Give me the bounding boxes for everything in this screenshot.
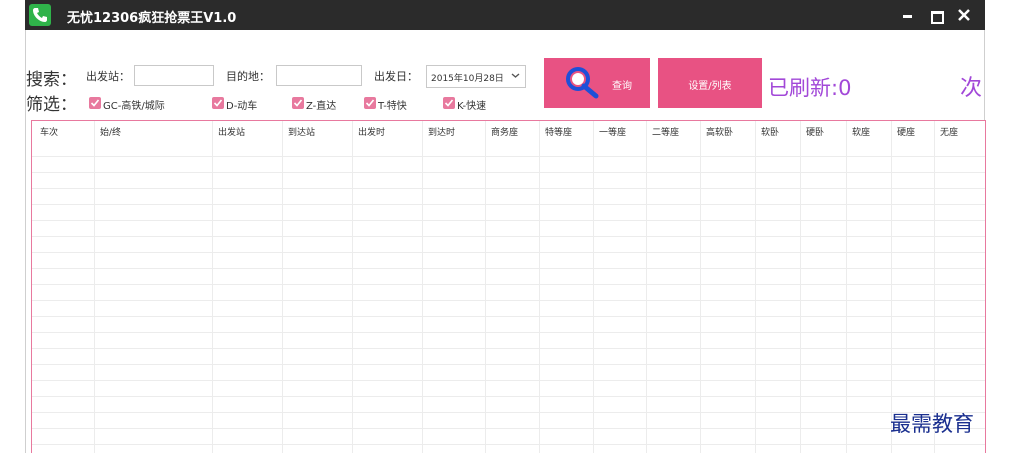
watermark-text: 最需教育 <box>890 412 974 436</box>
chevron-down-icon <box>511 73 520 78</box>
column-divider <box>934 121 935 453</box>
column-divider <box>755 121 756 453</box>
destination-label: 目的地： <box>226 70 270 83</box>
settings-list-button[interactable]: 设置/列表 <box>658 58 762 108</box>
column-header[interactable]: 二等座 <box>652 125 679 138</box>
destination-input[interactable] <box>276 65 362 86</box>
column-divider <box>539 121 540 453</box>
from-station-input[interactable] <box>134 65 214 86</box>
filter-t-label: T-特快 <box>378 101 407 112</box>
column-header[interactable]: 无座 <box>940 125 958 138</box>
column-header[interactable]: 硬卧 <box>806 125 824 138</box>
column-header[interactable]: 到达时 <box>428 125 455 138</box>
minimize-icon[interactable] <box>897 4 919 26</box>
filter-label: 筛选： <box>26 95 77 115</box>
query-button[interactable]: 查询 <box>544 58 650 108</box>
column-header[interactable]: 车次 <box>40 125 58 138</box>
column-header[interactable]: 出发站 <box>218 125 245 138</box>
refresh-count: 已刷新:0 <box>768 76 852 100</box>
departure-date-select[interactable]: 2015年10月28日 <box>426 65 526 88</box>
main-panel: 搜索： 出发站： 目的地： 出发日： 2015年10月28日 查询 设置/列表 … <box>25 30 986 453</box>
column-header[interactable]: 特等座 <box>545 125 572 138</box>
checkbox-checked-icon[interactable] <box>364 97 376 109</box>
checkbox-checked-icon[interactable] <box>89 97 101 109</box>
search-icon <box>566 67 599 99</box>
column-header[interactable]: 软卧 <box>761 125 779 138</box>
phone-icon <box>29 4 51 26</box>
window-title: 无忧12306疯狂抢票王V1.0 <box>67 11 237 26</box>
column-header[interactable]: 软座 <box>852 125 870 138</box>
column-divider <box>593 121 594 453</box>
maximize-icon[interactable] <box>925 4 947 26</box>
column-header[interactable]: 高软卧 <box>706 125 733 138</box>
column-divider <box>646 121 647 453</box>
column-header[interactable]: 商务座 <box>491 125 518 138</box>
filter-d-label: D-动车 <box>226 101 258 112</box>
column-divider <box>94 121 95 453</box>
filter-z-label: Z-直达 <box>306 101 337 112</box>
column-header[interactable]: 始/终 <box>100 125 121 138</box>
column-divider <box>212 121 213 453</box>
column-divider <box>846 121 847 453</box>
column-divider <box>800 121 801 453</box>
column-header[interactable]: 一等座 <box>599 125 626 138</box>
title-bar[interactable]: 无忧12306疯狂抢票王V1.0 <box>25 0 985 30</box>
column-header[interactable]: 出发时 <box>358 125 385 138</box>
date-value: 2015年10月28日 <box>431 74 504 84</box>
from-station-label: 出发站： <box>86 70 130 83</box>
column-divider <box>891 121 892 453</box>
column-header[interactable]: 到达站 <box>288 125 315 138</box>
filter-k-label: K-快速 <box>457 101 487 112</box>
departure-date-label: 出发日： <box>374 70 418 83</box>
column-divider <box>700 121 701 453</box>
filter-gc-label: GC-高铁/城际 <box>103 101 165 112</box>
close-icon[interactable] <box>953 4 975 26</box>
checkbox-checked-icon[interactable] <box>292 97 304 109</box>
column-divider <box>282 121 283 453</box>
table-header: 车次 始/终 出发站 到达站 出发时 到达时 商务座 特等座 一等座 二等座 高… <box>32 121 985 141</box>
checkbox-checked-icon[interactable] <box>212 97 224 109</box>
checkbox-checked-icon[interactable] <box>443 97 455 109</box>
column-divider <box>422 121 423 453</box>
refresh-unit: 次 <box>960 76 983 101</box>
results-table[interactable]: 车次 始/终 出发站 到达站 出发时 到达时 商务座 特等座 一等座 二等座 高… <box>31 120 986 453</box>
query-button-label: 查询 <box>612 81 632 92</box>
column-divider <box>352 121 353 453</box>
search-label: 搜索： <box>26 70 77 90</box>
column-divider <box>485 121 486 453</box>
column-header[interactable]: 硬座 <box>897 125 915 138</box>
